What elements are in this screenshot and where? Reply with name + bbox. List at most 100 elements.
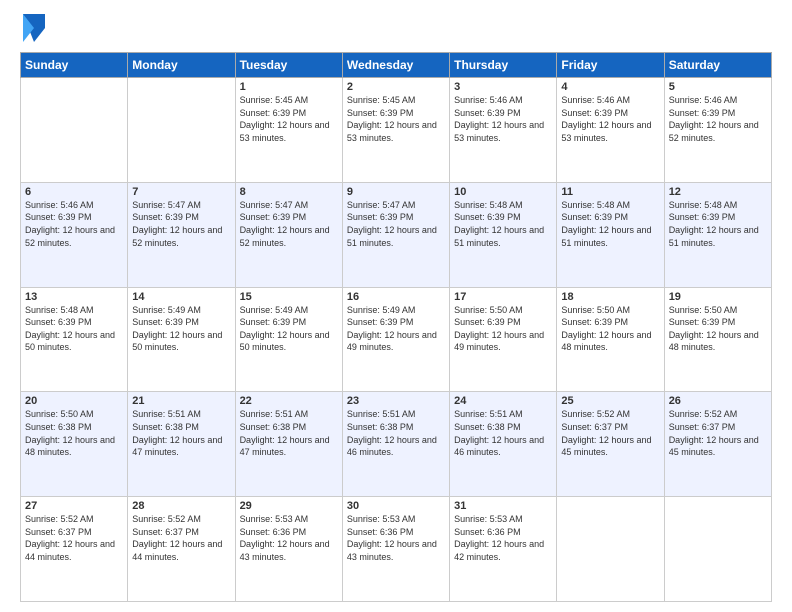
- calendar-cell: 31Sunrise: 5:53 AM Sunset: 6:36 PM Dayli…: [450, 497, 557, 602]
- calendar-cell: [664, 497, 771, 602]
- page: SundayMondayTuesdayWednesdayThursdayFrid…: [0, 0, 792, 612]
- calendar-cell: 12Sunrise: 5:48 AM Sunset: 6:39 PM Dayli…: [664, 182, 771, 287]
- day-info: Sunrise: 5:45 AM Sunset: 6:39 PM Dayligh…: [347, 94, 445, 144]
- day-info: Sunrise: 5:52 AM Sunset: 6:37 PM Dayligh…: [669, 408, 767, 458]
- day-number: 23: [347, 395, 445, 407]
- calendar-week-1: 1Sunrise: 5:45 AM Sunset: 6:39 PM Daylig…: [21, 78, 772, 183]
- day-number: 31: [454, 500, 552, 512]
- day-number: 27: [25, 500, 123, 512]
- calendar-cell: 28Sunrise: 5:52 AM Sunset: 6:37 PM Dayli…: [128, 497, 235, 602]
- weekday-header-monday: Monday: [128, 53, 235, 78]
- day-number: 14: [132, 291, 230, 303]
- calendar-table: SundayMondayTuesdayWednesdayThursdayFrid…: [20, 52, 772, 602]
- day-info: Sunrise: 5:48 AM Sunset: 6:39 PM Dayligh…: [669, 199, 767, 249]
- day-info: Sunrise: 5:51 AM Sunset: 6:38 PM Dayligh…: [454, 408, 552, 458]
- day-info: Sunrise: 5:49 AM Sunset: 6:39 PM Dayligh…: [347, 304, 445, 354]
- day-number: 16: [347, 291, 445, 303]
- day-info: Sunrise: 5:52 AM Sunset: 6:37 PM Dayligh…: [25, 513, 123, 563]
- weekday-header-row: SundayMondayTuesdayWednesdayThursdayFrid…: [21, 53, 772, 78]
- day-info: Sunrise: 5:47 AM Sunset: 6:39 PM Dayligh…: [132, 199, 230, 249]
- calendar-cell: 8Sunrise: 5:47 AM Sunset: 6:39 PM Daylig…: [235, 182, 342, 287]
- calendar-cell: 5Sunrise: 5:46 AM Sunset: 6:39 PM Daylig…: [664, 78, 771, 183]
- calendar-cell: 7Sunrise: 5:47 AM Sunset: 6:39 PM Daylig…: [128, 182, 235, 287]
- day-number: 20: [25, 395, 123, 407]
- calendar-cell: 18Sunrise: 5:50 AM Sunset: 6:39 PM Dayli…: [557, 287, 664, 392]
- day-number: 4: [561, 81, 659, 93]
- calendar-cell: 2Sunrise: 5:45 AM Sunset: 6:39 PM Daylig…: [342, 78, 449, 183]
- weekday-header-sunday: Sunday: [21, 53, 128, 78]
- calendar-cell: 17Sunrise: 5:50 AM Sunset: 6:39 PM Dayli…: [450, 287, 557, 392]
- day-info: Sunrise: 5:49 AM Sunset: 6:39 PM Dayligh…: [240, 304, 338, 354]
- day-info: Sunrise: 5:46 AM Sunset: 6:39 PM Dayligh…: [669, 94, 767, 144]
- day-info: Sunrise: 5:52 AM Sunset: 6:37 PM Dayligh…: [132, 513, 230, 563]
- logo-icon: [23, 14, 45, 42]
- weekday-header-friday: Friday: [557, 53, 664, 78]
- day-number: 17: [454, 291, 552, 303]
- day-info: Sunrise: 5:48 AM Sunset: 6:39 PM Dayligh…: [25, 304, 123, 354]
- day-info: Sunrise: 5:48 AM Sunset: 6:39 PM Dayligh…: [561, 199, 659, 249]
- day-number: 29: [240, 500, 338, 512]
- day-info: Sunrise: 5:53 AM Sunset: 6:36 PM Dayligh…: [240, 513, 338, 563]
- day-number: 21: [132, 395, 230, 407]
- day-number: 24: [454, 395, 552, 407]
- day-number: 18: [561, 291, 659, 303]
- calendar-cell: 27Sunrise: 5:52 AM Sunset: 6:37 PM Dayli…: [21, 497, 128, 602]
- calendar-cell: 30Sunrise: 5:53 AM Sunset: 6:36 PM Dayli…: [342, 497, 449, 602]
- day-info: Sunrise: 5:51 AM Sunset: 6:38 PM Dayligh…: [347, 408, 445, 458]
- calendar-cell: 4Sunrise: 5:46 AM Sunset: 6:39 PM Daylig…: [557, 78, 664, 183]
- day-info: Sunrise: 5:47 AM Sunset: 6:39 PM Dayligh…: [347, 199, 445, 249]
- day-info: Sunrise: 5:48 AM Sunset: 6:39 PM Dayligh…: [454, 199, 552, 249]
- calendar-cell: 10Sunrise: 5:48 AM Sunset: 6:39 PM Dayli…: [450, 182, 557, 287]
- day-info: Sunrise: 5:51 AM Sunset: 6:38 PM Dayligh…: [240, 408, 338, 458]
- calendar-cell: 24Sunrise: 5:51 AM Sunset: 6:38 PM Dayli…: [450, 392, 557, 497]
- calendar-cell: 26Sunrise: 5:52 AM Sunset: 6:37 PM Dayli…: [664, 392, 771, 497]
- calendar-cell: 23Sunrise: 5:51 AM Sunset: 6:38 PM Dayli…: [342, 392, 449, 497]
- day-number: 26: [669, 395, 767, 407]
- day-info: Sunrise: 5:52 AM Sunset: 6:37 PM Dayligh…: [561, 408, 659, 458]
- day-number: 6: [25, 186, 123, 198]
- day-info: Sunrise: 5:50 AM Sunset: 6:38 PM Dayligh…: [25, 408, 123, 458]
- day-number: 5: [669, 81, 767, 93]
- calendar-cell: [557, 497, 664, 602]
- day-info: Sunrise: 5:46 AM Sunset: 6:39 PM Dayligh…: [454, 94, 552, 144]
- weekday-header-tuesday: Tuesday: [235, 53, 342, 78]
- calendar-cell: 20Sunrise: 5:50 AM Sunset: 6:38 PM Dayli…: [21, 392, 128, 497]
- calendar-cell: 25Sunrise: 5:52 AM Sunset: 6:37 PM Dayli…: [557, 392, 664, 497]
- day-number: 9: [347, 186, 445, 198]
- day-number: 28: [132, 500, 230, 512]
- calendar-cell: [128, 78, 235, 183]
- calendar-cell: 16Sunrise: 5:49 AM Sunset: 6:39 PM Dayli…: [342, 287, 449, 392]
- calendar-cell: 29Sunrise: 5:53 AM Sunset: 6:36 PM Dayli…: [235, 497, 342, 602]
- weekday-header-wednesday: Wednesday: [342, 53, 449, 78]
- day-number: 13: [25, 291, 123, 303]
- day-number: 15: [240, 291, 338, 303]
- day-number: 22: [240, 395, 338, 407]
- day-number: 7: [132, 186, 230, 198]
- weekday-header-saturday: Saturday: [664, 53, 771, 78]
- calendar-cell: 9Sunrise: 5:47 AM Sunset: 6:39 PM Daylig…: [342, 182, 449, 287]
- calendar-week-3: 13Sunrise: 5:48 AM Sunset: 6:39 PM Dayli…: [21, 287, 772, 392]
- day-number: 25: [561, 395, 659, 407]
- header: [20, 18, 772, 42]
- calendar-cell: 14Sunrise: 5:49 AM Sunset: 6:39 PM Dayli…: [128, 287, 235, 392]
- day-info: Sunrise: 5:46 AM Sunset: 6:39 PM Dayligh…: [25, 199, 123, 249]
- day-number: 10: [454, 186, 552, 198]
- calendar-cell: 21Sunrise: 5:51 AM Sunset: 6:38 PM Dayli…: [128, 392, 235, 497]
- day-number: 2: [347, 81, 445, 93]
- weekday-header-thursday: Thursday: [450, 53, 557, 78]
- day-number: 12: [669, 186, 767, 198]
- calendar-week-4: 20Sunrise: 5:50 AM Sunset: 6:38 PM Dayli…: [21, 392, 772, 497]
- calendar-cell: 15Sunrise: 5:49 AM Sunset: 6:39 PM Dayli…: [235, 287, 342, 392]
- day-number: 1: [240, 81, 338, 93]
- day-number: 30: [347, 500, 445, 512]
- day-info: Sunrise: 5:50 AM Sunset: 6:39 PM Dayligh…: [561, 304, 659, 354]
- day-info: Sunrise: 5:47 AM Sunset: 6:39 PM Dayligh…: [240, 199, 338, 249]
- calendar-week-2: 6Sunrise: 5:46 AM Sunset: 6:39 PM Daylig…: [21, 182, 772, 287]
- calendar-cell: 22Sunrise: 5:51 AM Sunset: 6:38 PM Dayli…: [235, 392, 342, 497]
- day-info: Sunrise: 5:45 AM Sunset: 6:39 PM Dayligh…: [240, 94, 338, 144]
- day-number: 19: [669, 291, 767, 303]
- day-info: Sunrise: 5:46 AM Sunset: 6:39 PM Dayligh…: [561, 94, 659, 144]
- day-number: 8: [240, 186, 338, 198]
- day-info: Sunrise: 5:53 AM Sunset: 6:36 PM Dayligh…: [347, 513, 445, 563]
- day-info: Sunrise: 5:50 AM Sunset: 6:39 PM Dayligh…: [454, 304, 552, 354]
